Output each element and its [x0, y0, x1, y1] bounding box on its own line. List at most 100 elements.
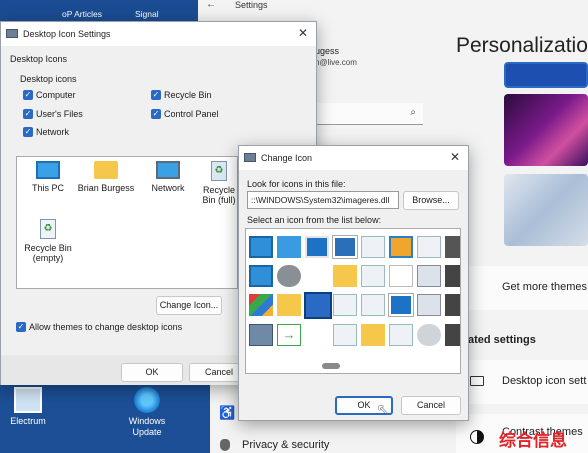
- dialog-title: Change Icon: [261, 153, 313, 163]
- settings-title: Settings: [235, 0, 268, 10]
- look-for-label: Look for icons in this file:: [247, 179, 346, 189]
- back-arrow-icon[interactable]: ←: [206, 0, 216, 10]
- desktop-bottom-strip: Electrum Windows Update: [0, 385, 210, 453]
- tab-desktop-icons[interactable]: Desktop Icons: [10, 54, 67, 64]
- icon-cell[interactable]: [361, 265, 385, 287]
- icon-cell-selected[interactable]: [304, 292, 332, 319]
- icon-cell[interactable]: [332, 235, 358, 259]
- list-item-label: Recycle Bin (full): [202, 185, 236, 205]
- recycle-bin-checkbox-label: Recycle Bin: [164, 90, 212, 100]
- icon-cell[interactable]: [333, 324, 357, 346]
- icon-cell[interactable]: [389, 324, 413, 346]
- list-item-label: Brian Burgess: [77, 183, 135, 193]
- get-more-themes-row[interactable]: Get more themes: [456, 266, 588, 310]
- desktop-label-signal: Signal: [135, 9, 159, 19]
- icon-file-path-input[interactable]: ::\WINDOWS\System32\imageres.dll: [247, 191, 399, 209]
- change-icon-titlebar: Change Icon ✕: [239, 146, 468, 170]
- profile-email: n@live.com: [315, 58, 357, 67]
- icon-cell[interactable]: [417, 324, 441, 346]
- window-icon: [244, 153, 256, 162]
- desktop-icon-settings-titlebar: Desktop Icon Settings ✕: [1, 22, 316, 46]
- desktop-icon-settings-row[interactable]: Desktop icon sett: [456, 360, 588, 404]
- icon-cell[interactable]: [277, 265, 301, 287]
- change-icon-button[interactable]: Change Icon...: [156, 296, 222, 315]
- shield-icon: [220, 439, 230, 451]
- accessibility-icon: ♿: [219, 405, 236, 420]
- change-icon-dialog: Change Icon ✕ Look for icons in this fil…: [238, 145, 469, 421]
- theme-thumbnail-selected[interactable]: [504, 62, 588, 88]
- ok-button[interactable]: OK: [121, 363, 183, 382]
- mouse-cursor-icon: ↖: [377, 401, 389, 417]
- close-icon[interactable]: ✕: [298, 26, 308, 40]
- theme-thumbnail-glow[interactable]: [504, 94, 588, 166]
- list-item-recycle-full[interactable]: ♻ Recycle Bin (full): [197, 161, 241, 205]
- icon-cell[interactable]: [389, 265, 413, 287]
- icon-cell[interactable]: [445, 236, 460, 258]
- icon-cell[interactable]: [333, 265, 357, 287]
- icon-cell[interactable]: [445, 324, 460, 346]
- icon-cell[interactable]: [417, 294, 441, 316]
- privacy-security-nav[interactable]: Privacy & security: [242, 439, 329, 451]
- recycle-bin-checkbox[interactable]: ✓: [151, 90, 161, 100]
- network-checkbox[interactable]: ✓: [23, 127, 33, 137]
- arrow-right-icon[interactable]: →: [277, 324, 301, 346]
- icon-grid[interactable]: →: [245, 228, 461, 374]
- desktop-monitor-icon: [470, 376, 484, 386]
- settings-search-input[interactable]: ⌕: [308, 103, 423, 125]
- desktop-icon-list[interactable]: This PC Brian Burgess Network ♻ Recycle …: [16, 156, 238, 289]
- list-item-network[interactable]: Network: [139, 161, 197, 193]
- allow-themes-checkbox[interactable]: ✓: [16, 322, 26, 332]
- icon-cell[interactable]: [445, 265, 460, 287]
- allow-themes-label: Allow themes to change desktop icons: [29, 322, 183, 332]
- users-files-checkbox-label: User's Files: [36, 109, 83, 119]
- list-item-label: Network: [151, 183, 185, 193]
- control-panel-checkbox[interactable]: ✓: [151, 109, 161, 119]
- icon-cell[interactable]: [361, 236, 385, 258]
- list-item-recycle-empty[interactable]: ♻ Recycle Bin (empty): [19, 219, 77, 263]
- recycle-bin-empty-icon: ♻: [40, 219, 56, 239]
- icon-cell[interactable]: [388, 293, 414, 317]
- icon-cell[interactable]: [249, 265, 273, 287]
- control-panel-checkbox-label: Control Panel: [164, 109, 219, 119]
- icon-cell[interactable]: [305, 236, 329, 258]
- icon-cell[interactable]: [333, 294, 357, 316]
- list-item-this-pc[interactable]: This PC: [19, 161, 77, 193]
- computer-checkbox[interactable]: ✓: [23, 90, 33, 100]
- monitor-icon: [36, 161, 60, 179]
- desktop-icon-electrum[interactable]: Electrum: [0, 387, 58, 427]
- recycle-bin-full-icon: ♻: [211, 161, 227, 181]
- icon-cell[interactable]: [249, 294, 273, 316]
- icon-cell[interactable]: [389, 236, 413, 258]
- icon-cell[interactable]: [249, 236, 273, 258]
- list-item-user-folder[interactable]: Brian Burgess: [77, 161, 135, 193]
- electrum-icon: [14, 387, 42, 413]
- watermark-logo: 综合信息: [499, 431, 567, 451]
- icon-cell[interactable]: [361, 324, 385, 346]
- desktop-label-articles: oP Articles: [62, 9, 103, 19]
- horizontal-scrollbar-thumb[interactable]: [322, 363, 340, 369]
- users-files-checkbox[interactable]: ✓: [23, 109, 33, 119]
- related-settings-heading: ated settings: [468, 334, 536, 346]
- icon-cell[interactable]: [361, 294, 385, 316]
- close-icon[interactable]: ✕: [450, 150, 460, 164]
- icon-cell[interactable]: [417, 236, 441, 258]
- window-icon: [6, 29, 18, 38]
- browse-button[interactable]: Browse...: [403, 191, 459, 210]
- icon-cell[interactable]: [277, 236, 301, 258]
- list-item-label: Recycle Bin (empty): [24, 243, 72, 263]
- profile-name: ugess: [315, 46, 340, 56]
- theme-thumbnail-flow[interactable]: [504, 174, 588, 246]
- icon-cell[interactable]: [249, 324, 273, 346]
- list-item-label: This PC: [31, 183, 64, 193]
- network-icon: [156, 161, 180, 179]
- cancel-button[interactable]: Cancel: [401, 396, 461, 415]
- page-title: Personalizatio: [456, 34, 588, 57]
- desktop-icon-windows-update[interactable]: Windows Update: [117, 387, 177, 438]
- windows-update-icon: [134, 387, 160, 413]
- icon-cell[interactable]: [417, 265, 441, 287]
- desktop-top-strip: oP Articles Signal: [0, 0, 210, 22]
- contrast-icon: [470, 430, 484, 444]
- desktop-icon-settings-label: Desktop icon sett: [502, 375, 587, 387]
- icon-cell[interactable]: [277, 294, 301, 316]
- icon-cell[interactable]: [445, 294, 460, 316]
